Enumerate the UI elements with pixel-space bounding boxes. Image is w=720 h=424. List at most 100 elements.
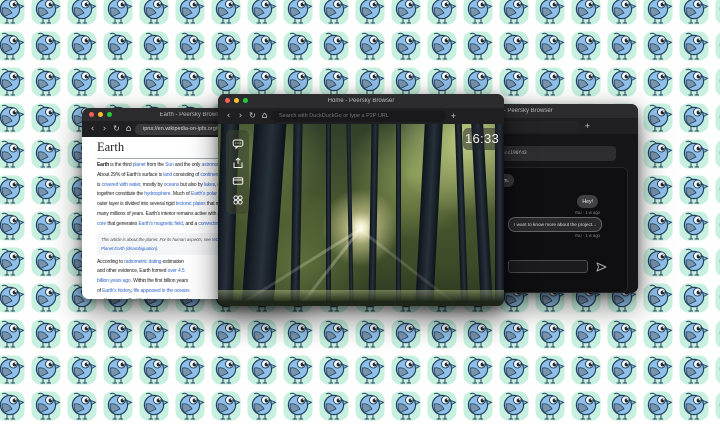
- bird-tile: [244, 316, 280, 352]
- bird-tile: [0, 244, 28, 280]
- bird-tile: [676, 352, 712, 388]
- bird-tile: [676, 388, 712, 424]
- bird-tile: [244, 352, 280, 388]
- bird-tile: [496, 0, 532, 28]
- bird-tile: [100, 316, 136, 352]
- bird-tile: [0, 208, 28, 244]
- bird-tile: [0, 136, 28, 172]
- bird-tile: [100, 352, 136, 388]
- wallet-icon[interactable]: [232, 175, 244, 187]
- bird-tile: [532, 352, 568, 388]
- bird-tile: [640, 100, 676, 136]
- close-button[interactable]: [89, 112, 94, 117]
- wiki-link[interactable]: over 4.5: [168, 268, 185, 274]
- bird-tile: [280, 388, 316, 424]
- bird-tile: [28, 172, 64, 208]
- wiki-link[interactable]: radiometric dating: [124, 259, 161, 265]
- bird-tile: [28, 136, 64, 172]
- wiki-link[interactable]: Earth's atmosphere: [138, 298, 179, 299]
- wiki-link[interactable]: Earth's history: [102, 288, 131, 294]
- wiki-link[interactable]: hydrosphere: [144, 191, 170, 197]
- home-sidebar: [226, 130, 249, 214]
- bird-tile: [496, 316, 532, 352]
- bird-tile: [640, 64, 676, 100]
- bird-tile: [604, 352, 640, 388]
- wiki-link[interactable]: life appeared in the oceans: [134, 288, 190, 294]
- wiki-link[interactable]: lakes: [204, 182, 215, 188]
- wiki-link[interactable]: core: [97, 221, 106, 227]
- bird-tile: [640, 172, 676, 208]
- bird-tile: [496, 388, 532, 424]
- wiki-link[interactable]: Earth's magnetic field: [139, 221, 183, 227]
- bird-tile: [676, 244, 712, 280]
- new-tab-button[interactable]: +: [447, 108, 460, 124]
- bird-tile: [0, 100, 28, 136]
- forward-icon[interactable]: ›: [99, 121, 110, 137]
- chat-input[interactable]: [508, 260, 588, 273]
- bird-tile: [712, 388, 720, 424]
- zoom-button[interactable]: [107, 112, 112, 117]
- peers-icon[interactable]: [232, 194, 244, 206]
- bird-tile: [0, 388, 28, 424]
- share-icon[interactable]: [232, 157, 244, 169]
- bird-tile: [460, 316, 496, 352]
- clock: 16:33: [463, 128, 501, 150]
- wiki-link[interactable]: covered with water: [102, 182, 141, 188]
- home-icon[interactable]: ⌂: [259, 108, 270, 124]
- bird-tile: [208, 352, 244, 388]
- bird-tile: [0, 0, 28, 28]
- window-controls: [225, 98, 248, 103]
- bird-tile: [640, 280, 676, 316]
- bird-tile: [100, 64, 136, 100]
- wiki-link[interactable]: Planet Earth (disambiguation): [101, 246, 157, 251]
- bird-tile: [316, 316, 352, 352]
- back-icon[interactable]: ‹: [223, 108, 234, 124]
- bird-tile: [532, 316, 568, 352]
- wiki-link[interactable]: land: [163, 172, 172, 178]
- bird-tile: [676, 316, 712, 352]
- bird-tile: [604, 64, 640, 100]
- bird-tile: [244, 388, 280, 424]
- bird-tile: [172, 0, 208, 28]
- search-input[interactable]: [271, 111, 446, 122]
- bird-tile: [280, 0, 316, 28]
- minimize-button[interactable]: [234, 98, 239, 103]
- bird-tile: [712, 208, 720, 244]
- reload-icon[interactable]: ↻: [247, 108, 258, 124]
- bird-tile: [0, 172, 28, 208]
- zoom-button[interactable]: [243, 98, 248, 103]
- wiki-link[interactable]: billion years ago: [97, 278, 131, 284]
- bird-tile: [316, 0, 352, 28]
- window-controls: [89, 112, 112, 117]
- new-tab-button[interactable]: +: [581, 118, 594, 134]
- bird-tile: [604, 28, 640, 64]
- bird-tile: [0, 280, 28, 316]
- tree-trunk: [454, 124, 468, 306]
- send-button[interactable]: [594, 260, 608, 273]
- bird-tile: [64, 388, 100, 424]
- close-button[interactable]: [225, 98, 230, 103]
- bird-tile: [640, 136, 676, 172]
- wiki-link[interactable]: planet: [133, 162, 146, 168]
- forward-icon[interactable]: ›: [235, 108, 246, 124]
- wiki-link[interactable]: Sun: [165, 162, 173, 168]
- wiki-link[interactable]: oceans: [164, 182, 179, 188]
- titlebar[interactable]: Home - Peersky Browser: [218, 94, 504, 108]
- bird-tile: [640, 28, 676, 64]
- back-icon[interactable]: ‹: [87, 121, 98, 137]
- minimize-button[interactable]: [98, 112, 103, 117]
- bird-tile: [28, 352, 64, 388]
- bird-tile: [712, 28, 720, 64]
- bird-tile: [712, 352, 720, 388]
- bird-tile: [388, 352, 424, 388]
- home-icon[interactable]: ⌂: [123, 121, 134, 137]
- bird-tile: [388, 28, 424, 64]
- wiki-link[interactable]: tectonic plates: [176, 201, 206, 207]
- bird-tile: [64, 28, 100, 64]
- bird-tile: [28, 28, 64, 64]
- chat-icon[interactable]: [232, 138, 244, 150]
- message-meta: You · 1 w ago: [575, 210, 600, 215]
- reload-icon[interactable]: ↻: [111, 121, 122, 137]
- window-title: Home - Peersky Browser: [218, 98, 504, 104]
- bird-tile: [172, 352, 208, 388]
